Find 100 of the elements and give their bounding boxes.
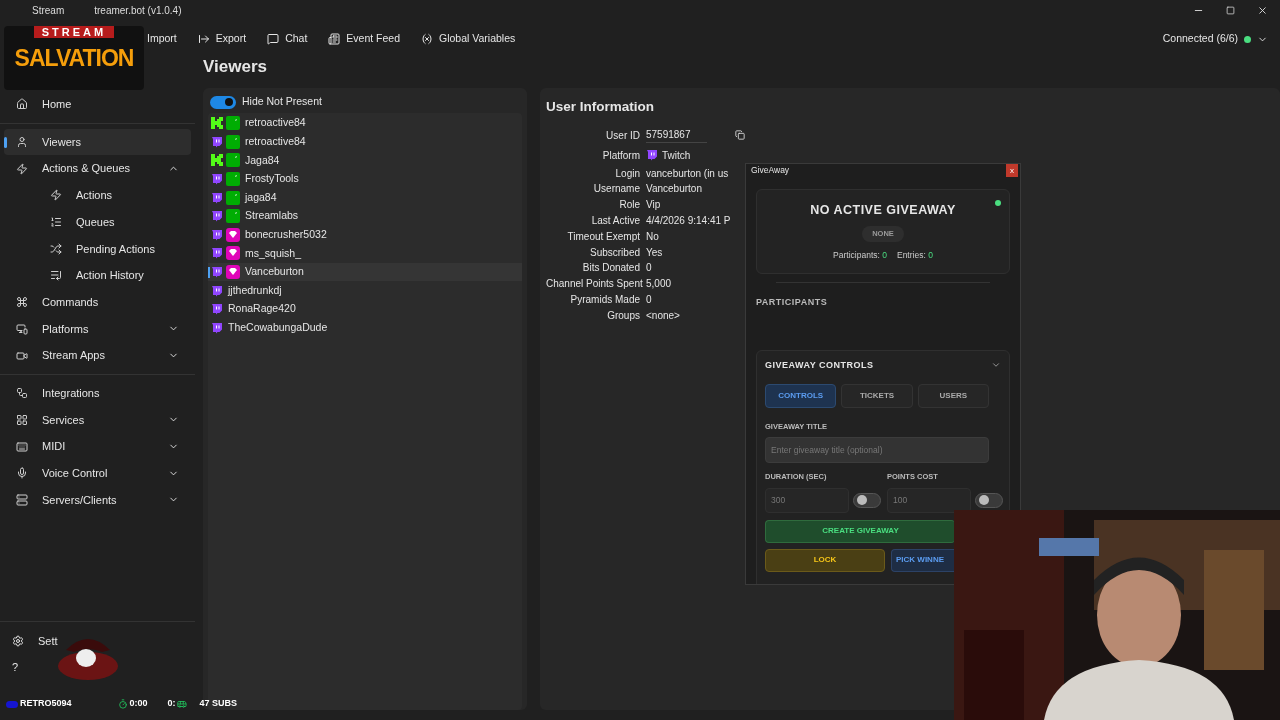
viewer-row[interactable]: ms_squish_ [208,244,522,263]
toggle-switch[interactable] [210,95,236,109]
stat-text: Participants: 0 [833,248,887,262]
action-button[interactable]: LOCK [765,548,885,572]
field-label: Pyramids Made [569,293,641,307]
field-value: 5,000 [646,277,672,292]
sidebar-item[interactable]: Stream Apps [4,342,191,369]
toolbar-button[interactable]: Event Feed [328,31,400,47]
sidebar-item[interactable]: Commands [4,288,191,316]
sidebar-item[interactable]: Platforms [4,315,191,343]
sidebar-item[interactable]: Viewers [4,128,191,156]
sidebar-item[interactable]: Servers/Clients [4,486,191,514]
sidebar-item[interactable]: Voice Control [4,459,191,487]
kick-icon [211,117,223,130]
field-value: No [646,229,659,244]
lightning-icon [16,162,28,175]
action-button[interactable]: CREATE GIVEAWAY [765,519,955,543]
field-value: Twitch [662,148,691,163]
tab[interactable]: CONTROLS [765,384,837,408]
number-input[interactable]: 300 [765,487,849,513]
window-title: treamer.bot (v1.0.4) [94,3,182,18]
twitch-icon [211,135,223,148]
settings-icon [12,635,24,647]
toolbar-button[interactable]: Export [197,31,247,47]
sidebar-item[interactable]: Home [4,91,191,118]
sidebar-item[interactable]: Sett [0,628,195,654]
field-label: Groups [606,308,641,323]
viewer-row[interactable]: retroactive84 [208,114,522,133]
home-icon [16,98,28,111]
sidebar-item[interactable]: Actions & Queues [4,155,191,183]
maximize-icon[interactable] [1226,5,1235,15]
sidebar-item[interactable]: Integrations [4,379,191,407]
twitch-icon [211,321,223,334]
toggle-switch[interactable] [975,492,1003,508]
tab[interactable]: TICKETS [841,384,913,408]
toggle-switch[interactable] [853,492,881,508]
viewer-row[interactable]: jjthedrunkdj [208,281,522,300]
field-label: Last Active [590,214,641,229]
tab[interactable]: USERS [917,384,989,408]
sidebar-item[interactable]: MIDI [4,433,191,460]
window-title: GiveAway [751,164,790,177]
badge-icon [6,700,18,708]
twitch-icon [211,284,223,297]
viewer-row[interactable]: TheCowabungaDude [208,318,522,338]
viewer-row[interactable]: FrostyTools [208,169,522,189]
section-heading: PARTICIPANTS [756,296,829,309]
server-icon [16,493,28,506]
viewer-row[interactable]: Streamlabs [208,206,522,226]
microphone-icon [16,467,28,480]
field-value: Yes [646,245,663,260]
twitch-icon [211,191,223,204]
sidebar-item[interactable]: Services [4,406,191,434]
close-icon[interactable] [1257,4,1268,16]
connection-status[interactable]: Connected (6/6) [1162,31,1238,47]
feed-icon [328,33,341,45]
user-icon [16,136,28,149]
viewer-row[interactable]: RonaRage420 [208,299,522,319]
twitch-icon [211,210,223,223]
viewer-row[interactable]: Jaga84 [208,151,522,170]
toolbar-button[interactable]: Chat [267,31,308,47]
title-input[interactable]: Enter giveaway title (optional) [765,437,989,464]
lightning-icon [50,189,62,202]
variable-icon [421,33,433,45]
toolbar-button[interactable]: Global Variables [421,31,516,47]
queue-text: 0: [167,697,176,711]
sidebar-item[interactable]: Queues [4,208,191,236]
selection-indicator [208,266,210,278]
close-button[interactable]: x [1006,164,1018,177]
copy-icon[interactable] [734,130,745,141]
viewer-row[interactable]: retroactive84 [208,132,522,152]
viewer-row[interactable]: bonecrusher5032 [208,225,522,245]
viewer-row[interactable]: Vanceburton [208,262,522,282]
kick-icon [211,154,223,167]
sidebar-item[interactable]: Pending Actions [4,235,191,263]
field-label: Platform [601,148,641,163]
section-title: User Information [546,98,655,116]
twitch-icon [211,173,223,186]
subs-text: 47 SUBS [199,697,238,711]
toolbar-button[interactable]: Import [147,31,177,47]
sidebar-item[interactable]: Action History [4,262,191,289]
viewer-row[interactable]: jaga84 [208,188,522,207]
twitch-icon [211,266,223,279]
pending-icon [50,242,62,255]
queue-icon [50,216,62,229]
field-label: Username [592,182,641,197]
field-label: Role [618,198,641,213]
twitch-icon [646,149,658,162]
toggle-label: Hide Not Present [242,94,322,110]
section-heading: GIVEAWAY CONTROLS [765,358,874,372]
channel-name: RETRO5094 [20,697,72,711]
number-input[interactable]: 100 [887,487,971,513]
sidebar-item[interactable]: ? [0,654,195,680]
field-value: <none> [646,308,680,323]
monitor-icon [16,322,28,335]
bus-icon [176,699,187,709]
twitch-icon [211,303,223,316]
camera-icon [16,349,28,362]
action-button[interactable]: PICK WINNE [891,548,955,572]
sidebar-item[interactable]: Actions [4,182,191,209]
field-label: Subscribed [588,245,641,260]
